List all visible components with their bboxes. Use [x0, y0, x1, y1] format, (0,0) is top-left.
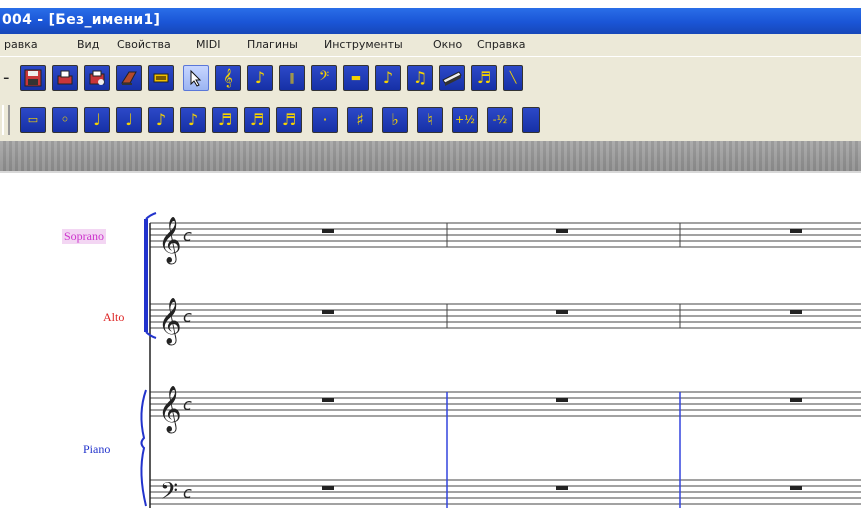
save-icon[interactable] [20, 65, 46, 91]
score-ruler-bar [0, 141, 861, 171]
hundred-twenty-eighth-note-glyph: ♬ [281, 110, 297, 129]
svg-text:c: c [183, 483, 192, 502]
main-toolbar: - 𝄞 ♪ ‖ 𝄢 ▬ ♪ ♫ ♬ ╲ [0, 57, 861, 99]
select-arrow-icon[interactable] [183, 65, 209, 91]
sixteenth-note-glyph: ♪ [187, 110, 199, 129]
staff-label-alto[interactable]: Alto [103, 310, 124, 325]
window-title: 004 - [Без_имени1] [2, 12, 161, 28]
note-insert-icon[interactable]: ♪ [247, 65, 273, 91]
hundred-twenty-eighth-note-icon[interactable]: ♬ [276, 107, 302, 133]
sixteenth-note-icon[interactable]: ♪ [180, 107, 206, 133]
menu-item-window[interactable]: Окно [433, 38, 462, 51]
chord-icon[interactable]: ♬ [471, 65, 497, 91]
alto-treble-clef: 𝄞 [158, 298, 182, 346]
staff-icon[interactable]: 𝄞 [215, 65, 241, 91]
beamed-notes-icon[interactable]: ♫ [407, 65, 433, 91]
natural-icon[interactable]: ♮ [417, 107, 443, 133]
svg-text:c: c [183, 226, 192, 245]
notes-toolbar: ▭ ◦ ♩ ♩ ♪ ♪ ♬ ♬ ♬ · ♯ ♭ ♮ +½ -½ [0, 99, 861, 141]
piano-keyboard-icon[interactable] [439, 65, 465, 91]
natural-glyph: ♮ [427, 110, 433, 129]
menu-item-help[interactable]: Справка [477, 38, 525, 51]
menu-item-tools[interactable]: Инструменты [324, 38, 403, 51]
thirty-second-note-icon[interactable]: ♬ [212, 107, 238, 133]
quarter-note-glyph: ♩ [125, 110, 133, 129]
whole-note-icon[interactable]: ◦ [52, 107, 78, 133]
sixty-fourth-note-glyph: ♬ [249, 110, 265, 129]
sixty-fourth-note-icon[interactable]: ♬ [244, 107, 270, 133]
whole-note-glyph: ◦ [60, 110, 70, 129]
title-bar: 004 - [Без_имени1] [0, 8, 861, 34]
menu-item-view[interactable]: Вид [77, 38, 99, 51]
half-note-icon[interactable]: ♩ [84, 107, 110, 133]
toolbar-more-notes-icon[interactable] [522, 107, 540, 133]
toolbar-more-icon[interactable]: ╲ [503, 65, 523, 91]
eighth-note-glyph: ♪ [155, 110, 167, 129]
half-step-down-icon[interactable]: -½ [487, 107, 513, 133]
menu-item-plugins[interactable]: Плагины [247, 38, 298, 51]
score-canvas[interactable]: 𝄞 c 𝄞 c 𝄞 c 𝄢 c Soprano Alto Piano [0, 173, 861, 508]
bass-clef-icon[interactable]: 𝄢 [311, 65, 337, 91]
piano-bass-clef: 𝄢 [160, 477, 178, 508]
keyboard-icon[interactable] [148, 65, 174, 91]
menu-item-properties[interactable]: Свойства [117, 38, 171, 51]
print-preview-icon[interactable] [84, 65, 110, 91]
double-whole-note-icon[interactable]: ▭ [20, 107, 46, 133]
flat-icon[interactable]: ♭ [382, 107, 408, 133]
text-block-icon[interactable]: ▬ [343, 65, 369, 91]
svg-text:c: c [183, 307, 192, 326]
sharp-icon[interactable]: ♯ [347, 107, 373, 133]
print-icon[interactable] [52, 65, 78, 91]
toolbar-gripper[interactable] [2, 105, 10, 135]
half-note-glyph: ♩ [93, 110, 101, 129]
eighth-note-button[interactable]: ♪ [148, 107, 174, 133]
dot-icon[interactable]: · [312, 107, 338, 133]
menu-bar: равка Вид Свойства MIDI Плагины Инструме… [0, 34, 861, 56]
svg-text:c: c [183, 395, 192, 414]
half-step-up-icon[interactable]: +½ [452, 107, 478, 133]
thirty-second-note-glyph: ♬ [217, 110, 233, 129]
staff-label-soprano[interactable]: Soprano [62, 229, 106, 244]
menu-item-midi[interactable]: MIDI [196, 38, 220, 51]
piano-treble-clef: 𝄞 [158, 386, 182, 434]
book-icon[interactable] [116, 65, 142, 91]
sharp-glyph: ♯ [356, 110, 364, 129]
half-step-up-glyph: +½ [455, 113, 475, 126]
toolbar-overflow-icon[interactable]: - [3, 67, 10, 88]
flat-glyph: ♭ [391, 110, 399, 129]
menu-item-edit[interactable]: равка [4, 38, 38, 51]
eighth-note-icon[interactable]: ♪ [375, 65, 401, 91]
double-whole-note-glyph: ▭ [27, 113, 39, 126]
staff-label-piano[interactable]: Piano [83, 442, 110, 457]
quarter-note-icon[interactable]: ♩ [116, 107, 142, 133]
score-svg: 𝄞 c 𝄞 c 𝄞 c 𝄢 c [140, 212, 861, 508]
half-step-down-glyph: -½ [492, 113, 508, 126]
measure-icon[interactable]: ‖ [279, 65, 305, 91]
dot-glyph: · [322, 110, 328, 129]
soprano-treble-clef: 𝄞 [158, 217, 182, 265]
